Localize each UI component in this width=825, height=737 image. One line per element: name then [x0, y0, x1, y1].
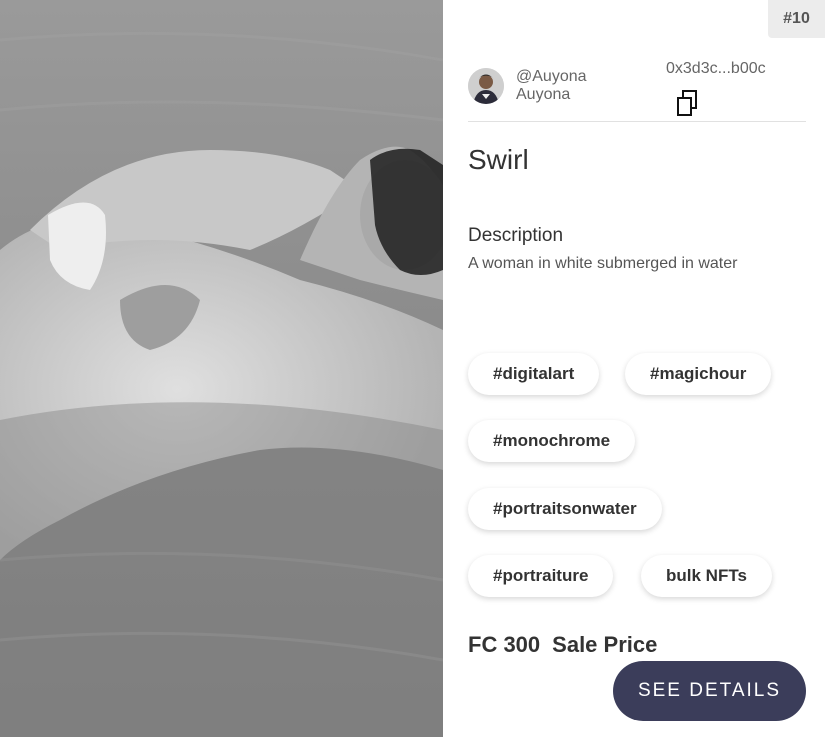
- description-text: A woman in white submerged in water: [468, 255, 738, 272]
- creator-info[interactable]: @Auyona Auyona: [468, 68, 587, 104]
- copy-icon[interactable]: [676, 90, 698, 117]
- price: FC 300 Sale Price: [468, 632, 657, 658]
- creator-name: Auyona: [516, 86, 571, 103]
- tag-monochrome[interactable]: #monochrome: [468, 420, 636, 462]
- token-number-badge: #10: [768, 0, 825, 38]
- tag-digitalart[interactable]: #digitalart: [468, 353, 600, 395]
- tag-portraitsonwater[interactable]: #portraitsonwater: [468, 488, 662, 530]
- avatar[interactable]: [468, 68, 504, 104]
- see-details-button[interactable]: SEE DETAILS: [613, 661, 806, 721]
- tag-magichour[interactable]: #magichour: [625, 353, 772, 395]
- creator-handle[interactable]: @Auyona: [516, 68, 587, 86]
- nft-title: Swirl: [468, 144, 529, 175]
- details-panel: #10 @Auyona Auyona 0x3d3c...b00c Swirl D…: [443, 0, 825, 737]
- tag-portraiture[interactable]: #portraiture: [468, 555, 614, 597]
- price-amount: FC 300: [468, 632, 541, 657]
- price-label: Sale Price: [552, 632, 658, 657]
- tag-bulk-nfts[interactable]: bulk NFTs: [641, 555, 772, 597]
- wallet-address: 0x3d3c...b00c: [666, 60, 766, 77]
- artwork-image: [0, 0, 443, 737]
- description-label: Description: [468, 225, 564, 246]
- divider: [468, 121, 806, 122]
